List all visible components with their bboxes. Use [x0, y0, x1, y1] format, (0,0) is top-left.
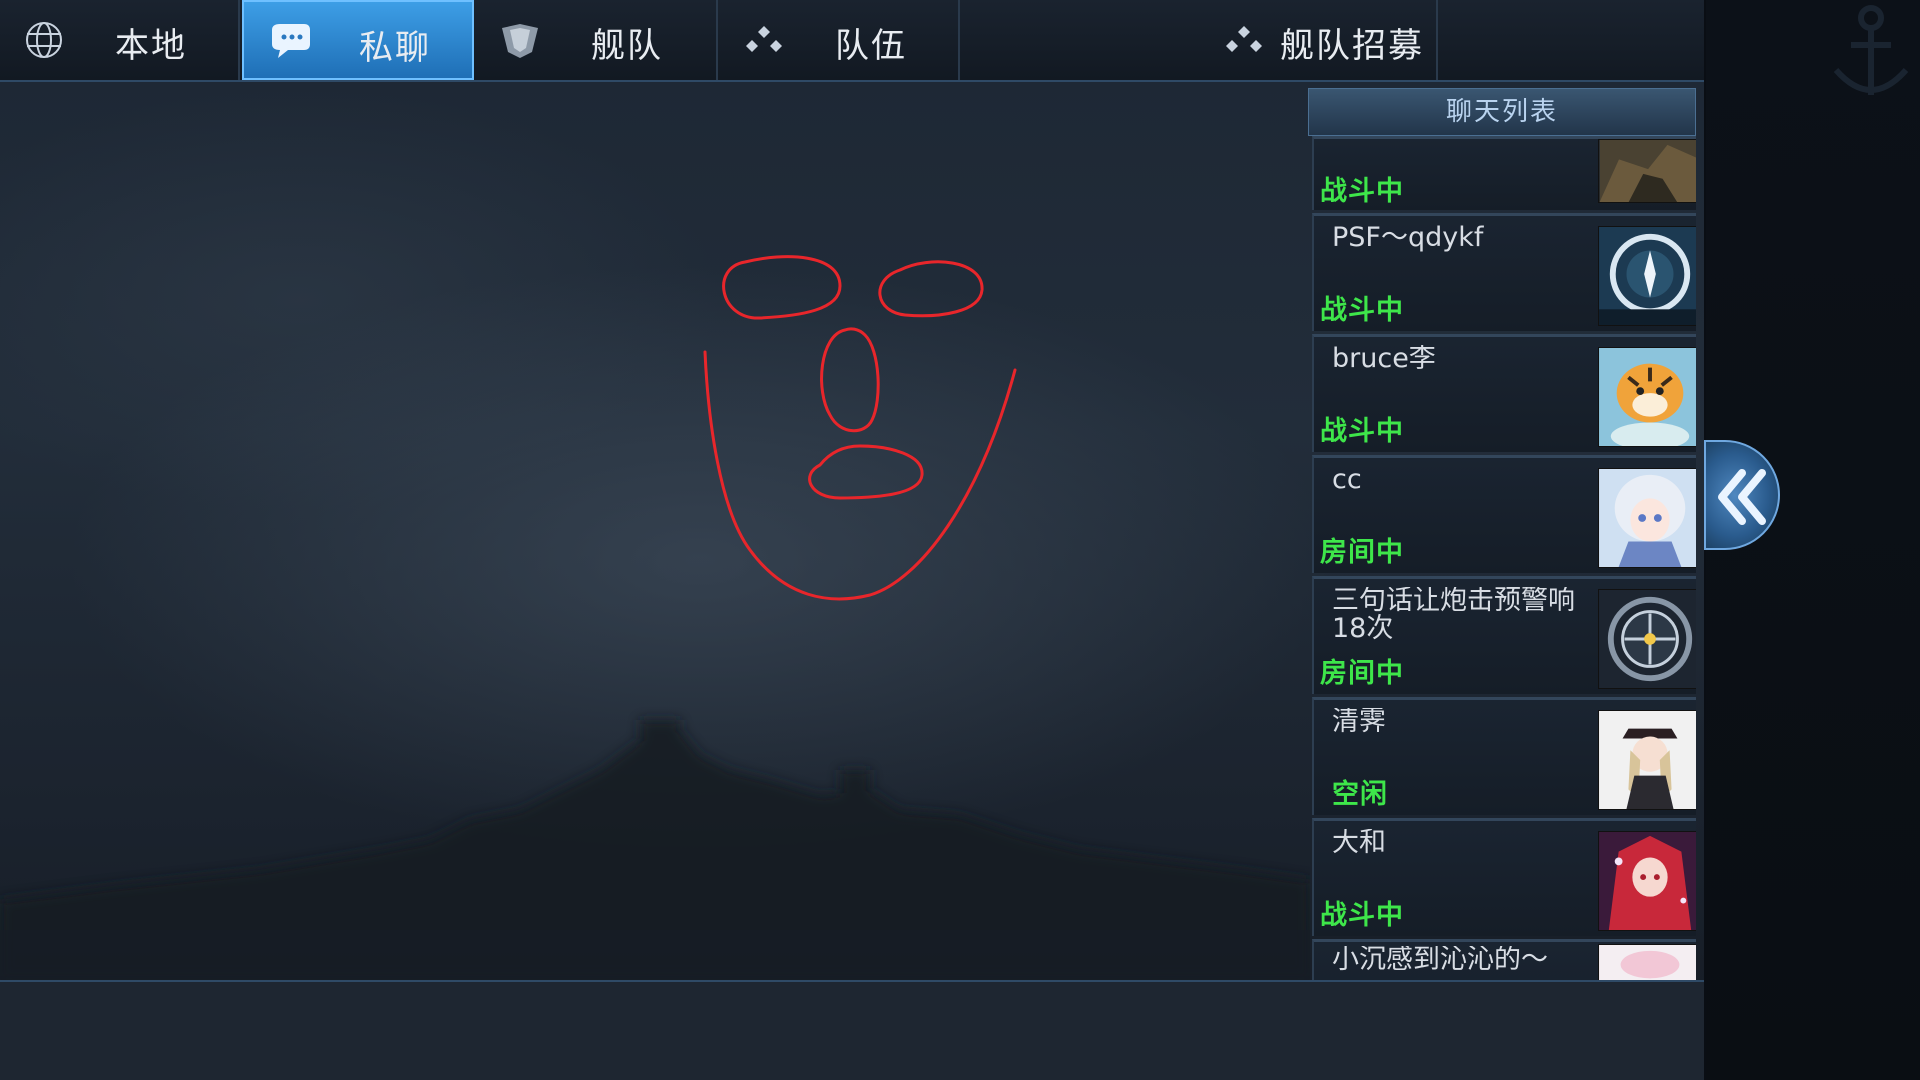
- chat-list-item[interactable]: 大和 战斗中: [1312, 818, 1696, 936]
- left-eye-stroke: [722, 255, 842, 320]
- tab-recruit-label: 舰队招募: [1280, 26, 1424, 66]
- chat-contact-name: 大和: [1332, 829, 1386, 857]
- chat-contact-name: 三句话让炮击预警响18次: [1332, 587, 1575, 643]
- emblem-avatar: [1598, 226, 1696, 326]
- chat-contact-name: 小沉感到沁沁的～: [1332, 946, 1548, 974]
- tab-recruit[interactable]: 舰队招募: [962, 0, 1438, 80]
- chat-list-item[interactable]: 清霁 空闲: [1312, 697, 1696, 815]
- chat-list-title: 聊天列表: [1308, 88, 1696, 136]
- tab-fleet[interactable]: 舰队: [476, 0, 718, 80]
- chat-list-item[interactable]: bruce李 战斗中: [1312, 334, 1696, 452]
- tab-bar: 本地 私聊 舰队 队伍 舰队招募: [0, 0, 1704, 82]
- tab-local[interactable]: 本地: [0, 0, 240, 80]
- nose-stroke: [820, 327, 880, 433]
- tab-team-label: 队伍: [835, 26, 907, 66]
- chat-contact-status: 战斗中: [1320, 900, 1404, 931]
- chat-contact-status: 战斗中: [1320, 416, 1404, 447]
- chat-input-bar[interactable]: [0, 980, 1704, 1080]
- tab-private[interactable]: 私聊: [242, 0, 474, 80]
- chat-contact-name: bruce李: [1332, 345, 1436, 373]
- red-hair-girl-avatar: [1598, 831, 1696, 931]
- chat-contact-status: 房间中: [1320, 658, 1404, 689]
- chat-contact-status: 战斗中: [1320, 295, 1404, 326]
- tab-local-label: 本地: [115, 26, 187, 66]
- battleship-background: [0, 720, 1310, 980]
- tab-private-label: 私聊: [359, 28, 431, 68]
- tab-team[interactable]: 队伍: [720, 0, 960, 80]
- chat-contact-name: PSF～qdykf: [1332, 224, 1484, 252]
- chat-list-item[interactable]: 战斗中: [1312, 136, 1696, 210]
- anime-girl-silver-avatar: [1598, 468, 1696, 568]
- chat-contact-status: 空闲: [1332, 779, 1388, 810]
- chat-contact-name: 清霁: [1332, 708, 1386, 736]
- tab-fleet-label: 舰队: [591, 26, 663, 66]
- game-screen: 本地 私聊 舰队 队伍 舰队招募 聊天列表 战斗中 PSF～qdykf 战斗中 …: [0, 0, 1920, 1080]
- officer-girl-avatar: [1598, 710, 1696, 810]
- team-dots-icon: [746, 26, 782, 52]
- tiger-avatar: [1598, 347, 1696, 447]
- chat-contact-status: 战斗中: [1320, 176, 1404, 207]
- face-drawing: [703, 255, 1017, 601]
- chat-contact-status: 房间中: [1320, 537, 1404, 568]
- soldier-avatar: [1598, 139, 1696, 203]
- chat-panel: 本地 私聊 舰队 队伍 舰队招募 聊天列表 战斗中 PSF～qdykf 战斗中 …: [0, 0, 1704, 1080]
- recruit-dots-icon: [1226, 26, 1262, 52]
- jaw-stroke: [703, 350, 1017, 601]
- double-chevron-left-icon: [1718, 469, 1766, 525]
- chat-list-item[interactable]: PSF～qdykf 战斗中: [1312, 213, 1696, 331]
- chat-list[interactable]: 聊天列表 战斗中 PSF～qdykf 战斗中 bruce李 战斗中 cc 房间中…: [1308, 88, 1696, 980]
- pink-avatar: [1598, 944, 1696, 980]
- gear-emblem-avatar: [1598, 589, 1696, 689]
- globe-icon: [26, 22, 62, 58]
- mouth-stroke: [808, 444, 924, 500]
- chat-list-item[interactable]: 三句话让炮击预警响18次 房间中: [1312, 576, 1696, 694]
- chat-bubble-icon: [272, 24, 310, 58]
- chat-list-item[interactable]: 小沉感到沁沁的～: [1312, 939, 1696, 980]
- chat-list-item[interactable]: cc 房间中: [1312, 455, 1696, 573]
- chat-contact-name: cc: [1332, 466, 1362, 494]
- fleet-badge-icon: [502, 24, 538, 58]
- anchor-icon: [1833, 5, 1909, 95]
- right-eye-stroke: [878, 260, 984, 318]
